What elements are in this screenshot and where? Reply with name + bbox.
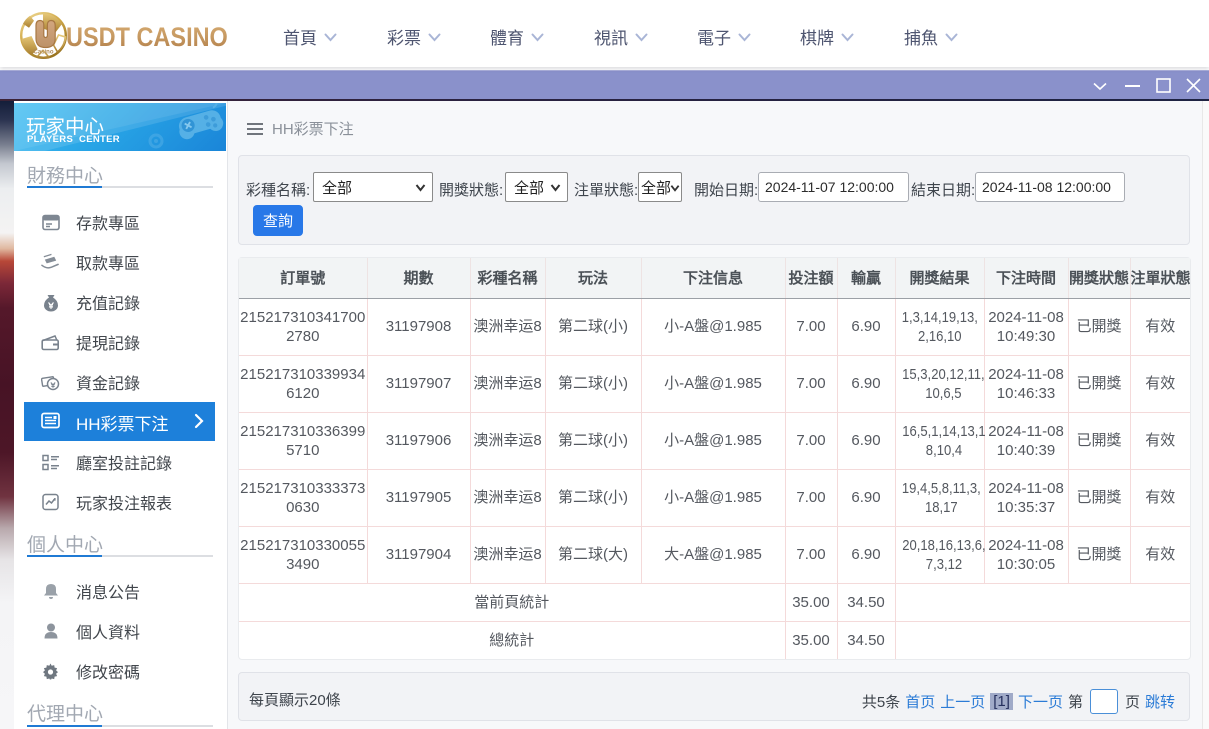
svg-text:Casino: Casino	[33, 50, 53, 56]
